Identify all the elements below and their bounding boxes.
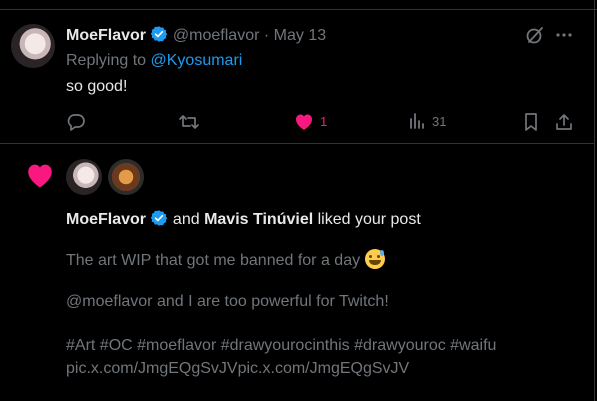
post-preview-line: The art WIP that got me banned for a day	[66, 249, 385, 270]
post-preview-line: pic.x.com/JmgEQgSvJVpic.x.com/JmgEQgSvJV	[66, 360, 410, 377]
bookmark-icon	[525, 113, 537, 131]
section-divider	[0, 143, 594, 144]
retweet-icon	[179, 115, 199, 129]
author-handle[interactable]: @moeflavor	[173, 27, 260, 44]
share-button[interactable]	[554, 112, 574, 132]
views-icon	[410, 113, 424, 129]
notification-summary: MoeFlavor and Mavis Tinúviel liked your …	[66, 209, 421, 229]
replying-to: Replying to @Kyosumari	[66, 52, 242, 70]
reply-button[interactable]	[66, 112, 86, 132]
post-preview-line: @moeflavor and I are too powerful for Tw…	[66, 293, 389, 310]
like-button[interactable]: 1	[294, 112, 327, 131]
more-icon[interactable]	[555, 26, 573, 44]
tweet-header: MoeFlavor @moeflavor · May 13	[66, 25, 326, 45]
heart-icon	[28, 164, 52, 188]
verified-badge-icon	[151, 210, 168, 226]
avatar[interactable]	[108, 159, 144, 195]
replying-to-label: Replying to	[66, 52, 151, 69]
author-name[interactable]: MoeFlavor	[66, 27, 146, 44]
like-count: 1	[320, 114, 328, 129]
views-count: 31	[432, 113, 447, 129]
emoji-sweat-smile-icon	[364, 249, 385, 269]
bookmark-button[interactable]	[522, 112, 540, 132]
reply-icon	[67, 114, 85, 131]
heart-icon	[296, 114, 312, 130]
tweet-text: so good!	[66, 78, 128, 95]
top-border	[0, 0, 597, 10]
post-text: The art WIP that got me banned for a day	[66, 252, 361, 269]
avatar[interactable]	[66, 159, 102, 195]
liker-name[interactable]: MoeFlavor	[66, 211, 146, 228]
separator-dot: ·	[263, 27, 270, 44]
liker-name[interactable]: Mavis Tinúviel	[204, 211, 313, 228]
tweet-date[interactable]: May 13	[274, 27, 326, 44]
grok-icon[interactable]	[525, 25, 545, 45]
views-button[interactable]: 31	[408, 112, 446, 130]
avatar[interactable]	[11, 24, 55, 68]
right-border	[594, 0, 595, 401]
replying-to-handle[interactable]: @Kyosumari	[151, 52, 243, 69]
notification-action: liked your post	[317, 211, 421, 228]
retweet-button[interactable]	[178, 112, 200, 132]
post-preview-line: #Art #OC #moeflavor #drawyourocinthis #d…	[66, 337, 497, 354]
conjunction: and	[172, 211, 200, 228]
share-icon	[556, 114, 572, 130]
verified-badge-icon	[151, 26, 168, 42]
